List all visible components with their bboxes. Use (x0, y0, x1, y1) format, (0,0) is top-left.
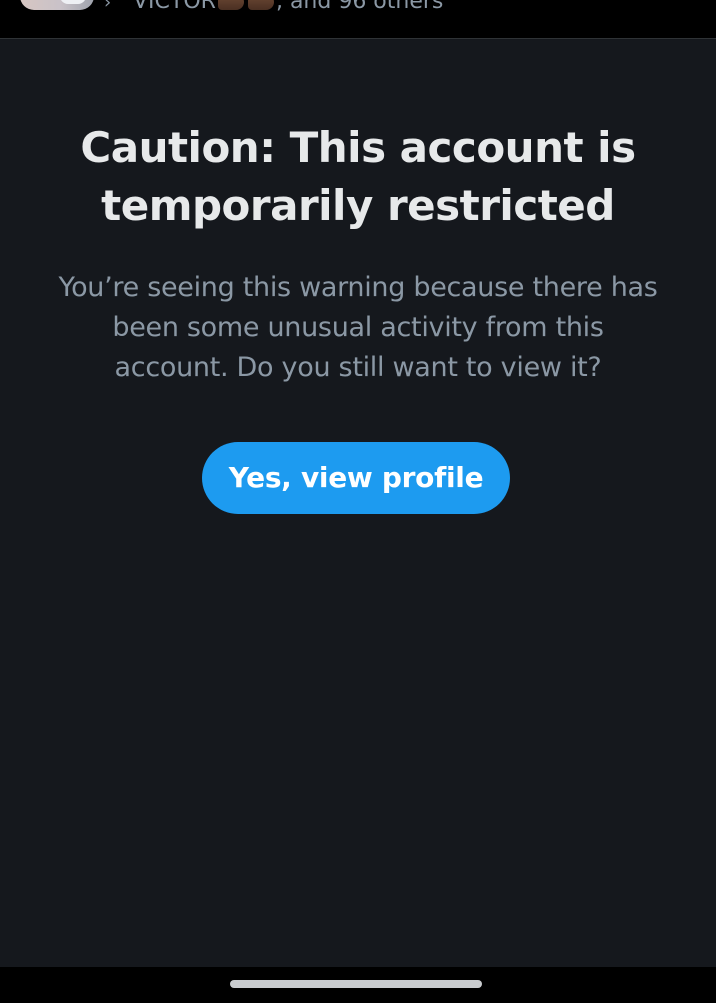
followed-by-text: VICTOR , and 96 others (133, 0, 443, 16)
warning-title: Caution: This account is temporarily res… (80, 123, 636, 230)
fist-emoji-icon (247, 0, 274, 10)
follower-avatars (20, 0, 94, 10)
home-indicator[interactable] (230, 980, 482, 988)
fist-emoji-icon (217, 0, 244, 10)
avatar-badge (60, 0, 86, 4)
view-profile-button[interactable]: Yes, view profile (202, 442, 510, 514)
restricted-account-panel: Caution: This account is temporarily res… (0, 39, 716, 967)
follower-name: VICTOR (133, 0, 216, 14)
system-navigation-bar (0, 967, 716, 1003)
followed-by-count: , and 96 others (275, 0, 444, 14)
warning-description: You’re seeing this warning because there… (58, 272, 658, 383)
followed-by-strip[interactable]: › VICTOR , and 96 others (0, 0, 716, 39)
chevron-right-icon: › (104, 0, 112, 13)
